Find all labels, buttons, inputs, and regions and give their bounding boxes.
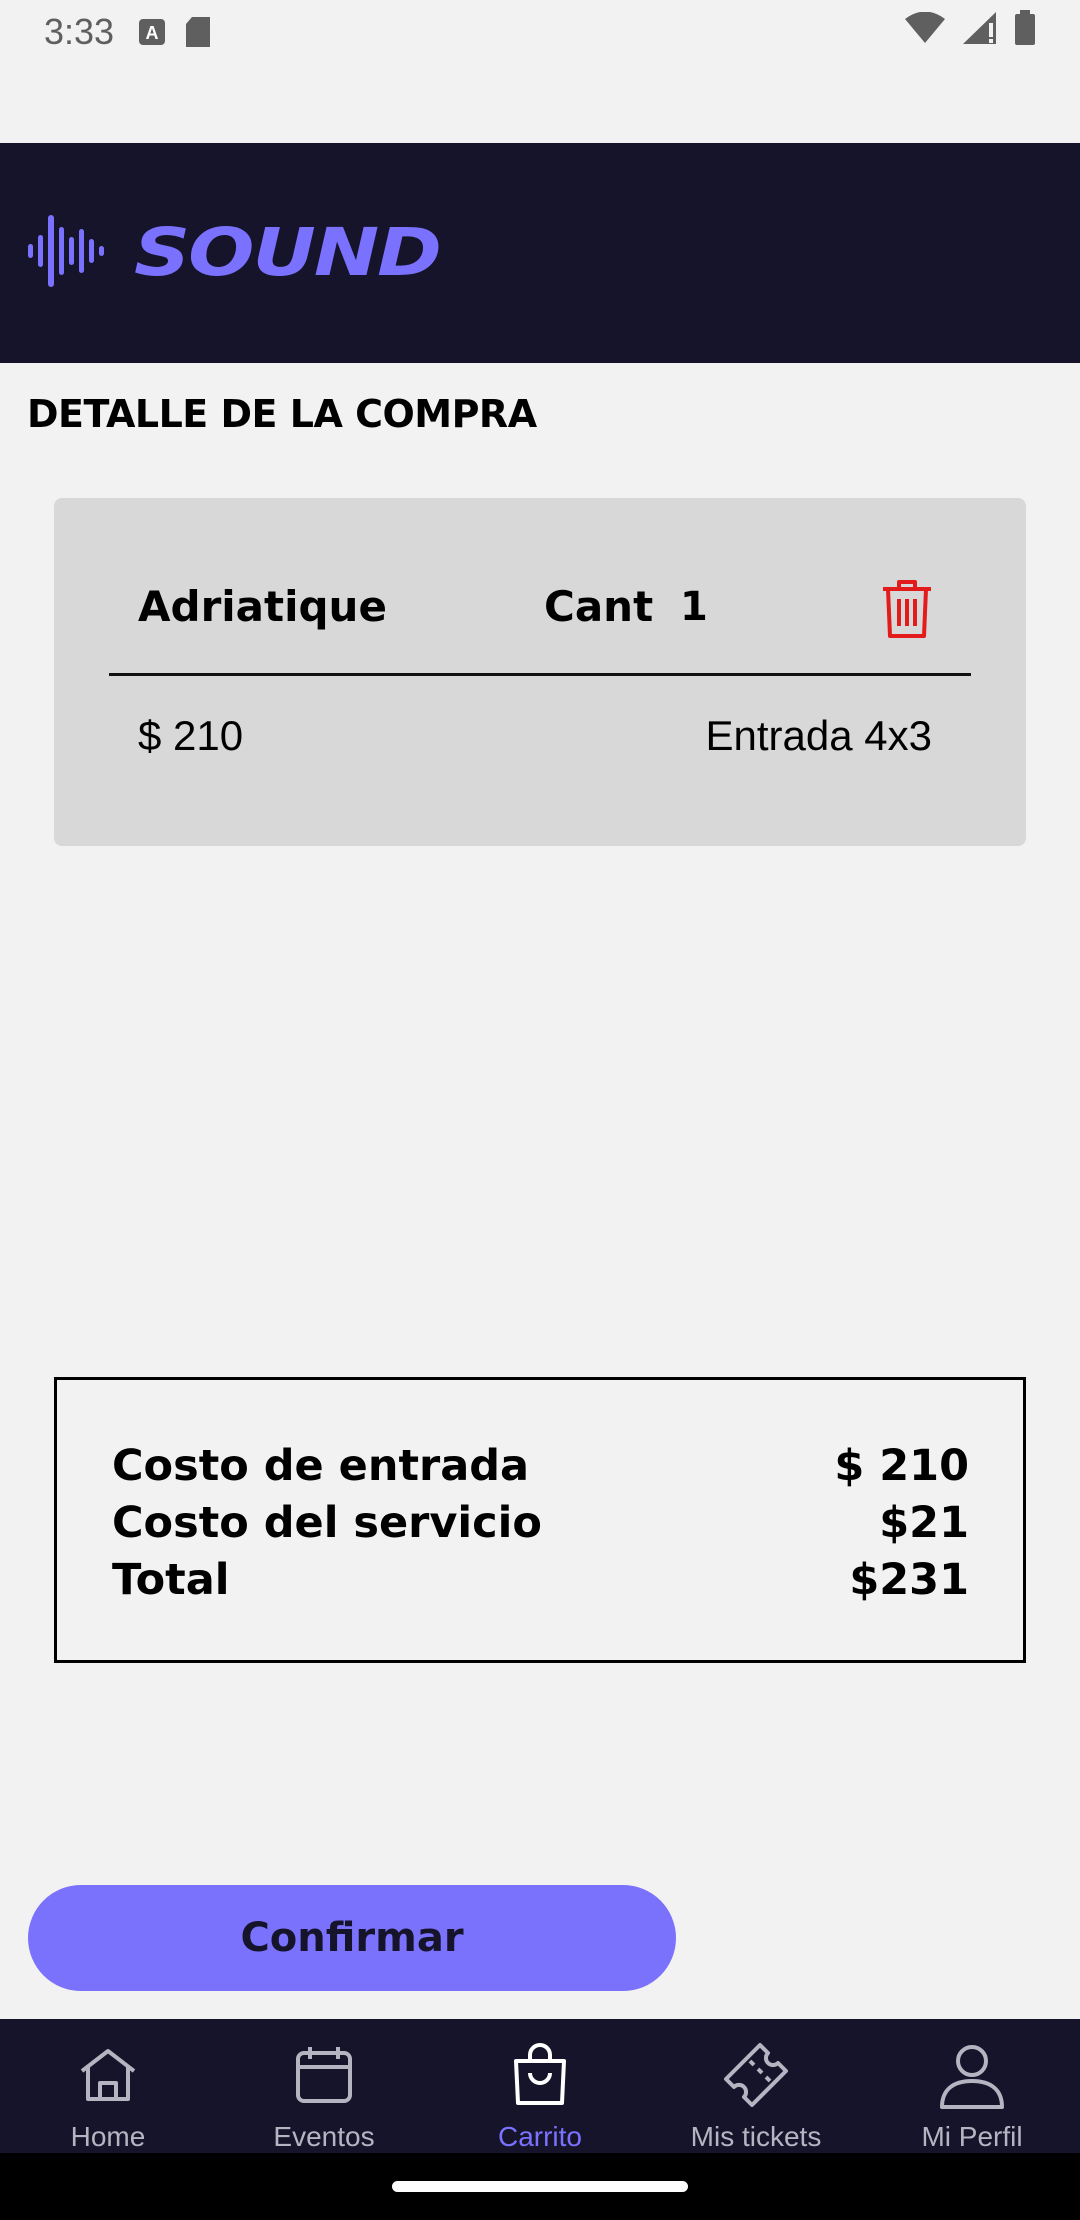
trash-icon — [879, 579, 935, 644]
status-time: 3:33 — [44, 11, 115, 52]
nav-label: Eventos — [273, 2121, 375, 2152]
summary-value: $ 210 — [834, 1441, 969, 1491]
confirm-button[interactable]: Confirmar — [28, 1885, 676, 1991]
app-header: SOUND — [0, 143, 1080, 363]
bottom-navigation: Home Eventos Carrito Mis tickets Mi Perf… — [0, 2019, 1080, 2153]
battery-icon — [1014, 9, 1036, 55]
ticket-icon — [720, 2033, 792, 2117]
calendar-icon — [292, 2033, 356, 2117]
wifi-icon — [904, 11, 946, 53]
event-name: Adriatique — [138, 582, 387, 631]
nav-item-carrito[interactable]: Carrito — [432, 2019, 648, 2153]
summary-row-service-cost: Costo del servicio $21 — [112, 1495, 969, 1552]
brand-logo: SOUND — [134, 214, 442, 292]
page-title: DETALLE DE LA COMPRA — [27, 392, 537, 436]
user-icon — [936, 2033, 1008, 2117]
summary-label: Total — [112, 1555, 230, 1605]
summary-label: Costo del servicio — [112, 1498, 542, 1548]
price-summary: Costo de entrada $ 210 Costo del servici… — [54, 1377, 1026, 1663]
svg-text:A: A — [146, 23, 159, 43]
shopping-bag-icon — [508, 2033, 572, 2117]
card-divider — [109, 673, 971, 676]
nav-label: Carrito — [497, 2121, 582, 2152]
nav-label: Home — [70, 2121, 146, 2152]
nav-label: Mi Perfil — [921, 2121, 1023, 2152]
keyboard-notification-icon: A — [138, 18, 166, 46]
nav-item-mi-perfil[interactable]: Mi Perfil — [864, 2019, 1080, 2153]
status-bar: 3:33 A — [0, 0, 1080, 64]
item-price: $ 210 — [138, 712, 244, 759]
summary-label: Costo de entrada — [112, 1441, 530, 1491]
summary-value: $21 — [879, 1498, 969, 1548]
delete-item-button[interactable] — [874, 578, 940, 644]
nav-item-mis-tickets[interactable]: Mis tickets — [648, 2019, 864, 2153]
home-gesture-handle[interactable] — [392, 2181, 688, 2192]
nav-item-eventos[interactable]: Eventos — [216, 2019, 432, 2153]
sound-wave-logo-icon — [26, 211, 106, 296]
summary-row-total: Total $231 — [112, 1552, 969, 1609]
nav-item-home[interactable]: Home — [0, 2019, 216, 2153]
cart-item-card: Adriatique Cant 1 $ 210 Entrada 4x3 — [54, 498, 1026, 846]
summary-value: $231 — [849, 1555, 969, 1605]
cellular-signal-icon — [962, 11, 998, 54]
ticket-type: Entrada 4x3 — [705, 712, 933, 759]
nav-label: Mis tickets — [690, 2121, 822, 2152]
summary-row-entry-cost: Costo de entrada $ 210 — [112, 1438, 969, 1495]
sd-card-icon — [184, 16, 212, 48]
home-icon — [76, 2033, 140, 2117]
quantity-value: 1 — [680, 584, 708, 630]
quantity-label: Cant — [544, 582, 654, 631]
